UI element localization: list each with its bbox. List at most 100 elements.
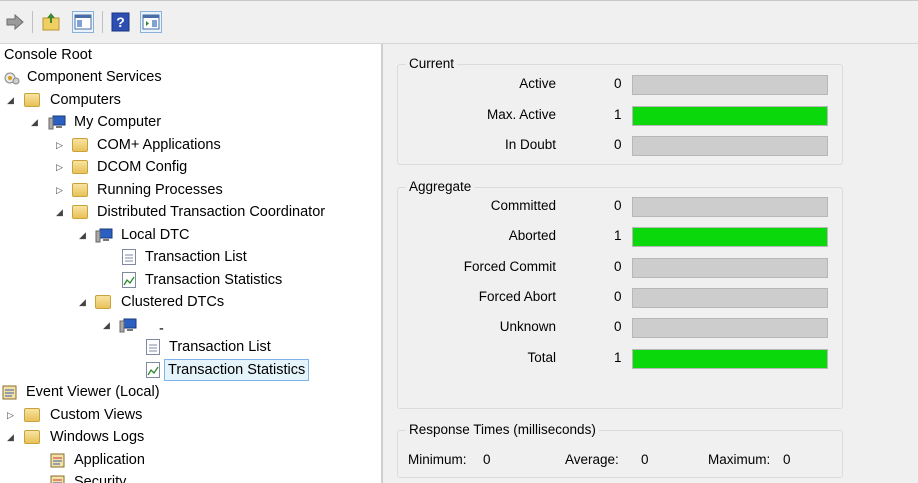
folder-icon (72, 205, 88, 219)
toolbar-separator (102, 11, 103, 33)
list-icon (122, 249, 136, 265)
tree-node-label: Transaction Statistics (145, 272, 283, 288)
toolbar: ? (0, 0, 918, 44)
tree-node-windows-logs[interactable]: ◢ Windows Logs (0, 426, 300, 448)
tree-node-application-log[interactable]: Application (0, 449, 300, 471)
folder-icon (72, 183, 88, 197)
expanded-arrow-icon[interactable]: ◢ (31, 111, 41, 133)
computer-icon (48, 115, 66, 130)
tree-node-label: Local DTC (121, 227, 190, 243)
minimum-value: 0 (483, 452, 491, 467)
statistics-icon (122, 272, 136, 288)
tree-node-clustered-dtcs[interactable]: ◢ Clustered DTCs (0, 291, 300, 313)
maximum-label: Maximum: (708, 452, 771, 467)
stat-bar (632, 227, 828, 247)
tree-node-my-computer[interactable]: ◢ My Computer (0, 111, 300, 133)
stat-label: Committed (490, 198, 556, 213)
component-services-icon (4, 70, 20, 85)
stat-bar (632, 318, 828, 338)
stat-bar (632, 349, 828, 369)
collapsed-arrow-icon[interactable]: ▷ (7, 404, 17, 426)
group-title: Response Times (milliseconds) (406, 422, 599, 438)
tree-node-label: Component Services (27, 69, 162, 85)
tree-node-label: Computers (50, 92, 121, 108)
up-folder-icon[interactable] (40, 11, 62, 33)
tree-node-label: Running Processes (97, 182, 223, 198)
collapsed-arrow-icon[interactable]: ▷ (56, 156, 66, 178)
collapsed-arrow-icon[interactable]: ▷ (56, 134, 66, 156)
tree-node-transaction-statistics[interactable]: Transaction Statistics (0, 269, 300, 291)
computer-icon (95, 228, 113, 243)
tree-node-label: Transaction List (169, 339, 271, 355)
stat-bar (632, 197, 828, 217)
stat-value: 1 (614, 107, 622, 122)
stat-label: In Doubt (504, 137, 556, 152)
show-hide-console-tree-icon[interactable] (72, 11, 94, 33)
tree-node-transaction-statistics-clustered[interactable]: Transaction Statistics (0, 359, 320, 381)
tree-node-event-viewer[interactable]: Event Viewer (Local) (0, 381, 300, 403)
group-title: Aggregate (406, 179, 475, 195)
tree-node-label: Application (74, 452, 145, 468)
log-icon (50, 475, 66, 483)
stat-value: 1 (614, 350, 622, 365)
tree-node-dtc[interactable]: ◢ Distributed Transaction Coordinator (0, 201, 380, 223)
forward-arrow-icon[interactable] (4, 11, 26, 33)
expanded-arrow-icon[interactable]: ◢ (7, 89, 17, 111)
minimum-label: Minimum: (408, 452, 467, 467)
stat-bar (632, 136, 828, 156)
expanded-arrow-icon[interactable]: ◢ (56, 201, 66, 223)
folder-icon (95, 295, 111, 309)
tree-node-label: DCOM Config (97, 159, 188, 175)
tree-node-cluster-instance[interactable]: ◢ - (0, 314, 300, 337)
tree-node-local-dtc[interactable]: ◢ Local DTC (0, 224, 300, 246)
tree-node-running-processes[interactable]: ▷ Running Processes (0, 179, 300, 201)
stat-label: Max. Active (486, 107, 556, 122)
tree-node-security-log[interactable]: Security (0, 471, 300, 483)
tree-node-label: Security (74, 474, 127, 483)
expanded-arrow-icon[interactable]: ◢ (103, 314, 113, 336)
tree-node-custom-views[interactable]: ▷ Custom Views (0, 404, 300, 426)
event-viewer-icon (2, 385, 18, 400)
tree-node-label: Distributed Transaction Coordinator (97, 204, 326, 220)
tree-node-label: Windows Logs (50, 429, 145, 445)
stat-value: 0 (614, 198, 622, 213)
expanded-arrow-icon[interactable]: ◢ (79, 224, 89, 246)
stat-label: Total (527, 350, 556, 365)
tree-node-console-root[interactable]: Console Root (0, 44, 300, 66)
stat-bar (632, 258, 828, 278)
tree-node-label: My Computer (74, 114, 162, 130)
average-label: Average: (565, 452, 619, 467)
show-hide-action-pane-icon[interactable] (140, 11, 162, 33)
help-icon[interactable]: ? (110, 11, 132, 33)
expanded-arrow-icon[interactable]: ◢ (79, 291, 89, 313)
tree-node-computers[interactable]: ◢ Computers (0, 89, 300, 111)
tree-node-transaction-list[interactable]: Transaction List (0, 246, 300, 268)
folder-icon (72, 138, 88, 152)
tree-node-dcom-config[interactable]: ▷ DCOM Config (0, 156, 300, 178)
tree-node-transaction-list-clustered[interactable]: Transaction List (0, 336, 300, 358)
aggregate-group: Aggregate Committed 0 Aborted 1 Forced C… (397, 179, 843, 409)
stat-value: 0 (614, 319, 622, 334)
response-times-group: Response Times (milliseconds) Minimum: 0… (397, 422, 843, 478)
stat-value: 1 (614, 228, 622, 243)
console-tree: Console Root Component Services ◢ Comput… (0, 44, 381, 483)
tree-node-label: Console Root (4, 47, 92, 63)
tree-node-com-applications[interactable]: ▷ COM+ Applications (0, 134, 300, 156)
folder-icon (24, 408, 40, 422)
stat-bar (632, 288, 828, 308)
stat-value: 0 (614, 289, 622, 304)
current-group: Current Active 0 Max. Active 1 In Doubt … (397, 56, 843, 165)
stat-value: 0 (614, 137, 622, 152)
tree-node-component-services[interactable]: Component Services (0, 66, 300, 88)
stat-label: Aborted (508, 228, 556, 243)
expanded-arrow-icon[interactable]: ◢ (7, 426, 17, 448)
tree-node-label: Clustered DTCs (121, 294, 225, 310)
list-icon (146, 339, 160, 355)
folder-icon (24, 430, 40, 444)
collapsed-arrow-icon[interactable]: ▷ (56, 179, 66, 201)
maximum-value: 0 (783, 452, 791, 467)
log-icon (50, 453, 66, 468)
stat-bar (632, 106, 828, 126)
statistics-pane: Current Active 0 Max. Active 1 In Doubt … (383, 44, 918, 483)
stat-value: 0 (614, 259, 622, 274)
